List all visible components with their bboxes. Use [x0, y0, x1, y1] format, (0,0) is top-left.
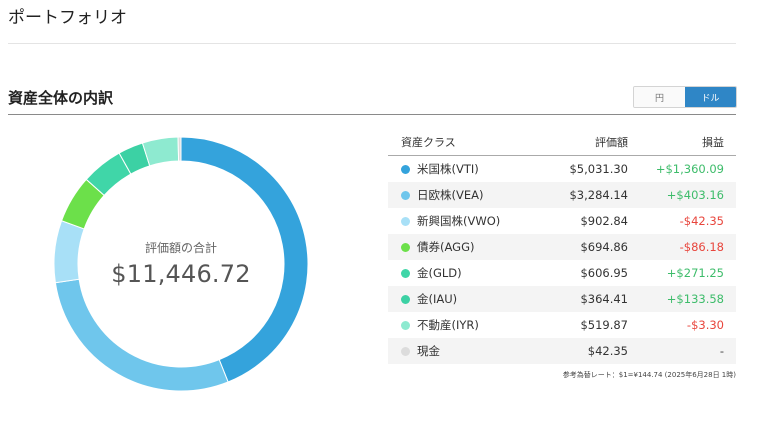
total-value-label: 評価額の合計	[144, 240, 217, 255]
currency-toggle: 円 ドル	[633, 86, 737, 108]
section-divider	[8, 114, 736, 115]
asset-name-cell: 新興国株(VWO)	[388, 213, 538, 229]
legend-dot-icon	[401, 216, 410, 226]
header-asset-class: 資産クラス	[401, 135, 456, 149]
legend-dot-icon	[401, 268, 410, 278]
asset-name-cell: 米国株(VTI)	[388, 161, 538, 177]
table-row: 米国株(VTI) $5,031.30 +$1,360.09	[388, 156, 736, 182]
asset-name: 現金	[417, 344, 440, 358]
table-row: 債券(AGG) $694.86 -$86.18	[388, 234, 736, 260]
asset-value: $694.86	[580, 240, 628, 254]
legend-dot-icon	[401, 320, 410, 330]
asset-pl: +$271.25	[666, 266, 724, 280]
header-pl: 損益	[702, 135, 724, 149]
allocation-donut-chart: 評価額の合計 $11,446.72	[53, 136, 309, 392]
asset-name-cell: 金(GLD)	[388, 265, 538, 281]
asset-pl: +$1,360.09	[655, 162, 724, 176]
asset-name-cell: 日欧株(VEA)	[388, 187, 538, 203]
table-header: 資産クラス 評価額 損益	[388, 128, 736, 156]
table-row: 不動産(IYR) $519.87 -$3.30	[388, 312, 736, 338]
asset-name-cell: 不動産(IYR)	[388, 317, 538, 333]
legend-dot-icon	[401, 346, 410, 356]
table-row: 金(IAU) $364.41 +$133.58	[388, 286, 736, 312]
asset-value: $364.41	[580, 292, 628, 306]
section-title: 資産全体の内訳	[8, 89, 114, 107]
asset-name: 不動産(IYR)	[417, 318, 479, 332]
asset-pl: -$42.35	[679, 214, 724, 228]
table-row: 新興国株(VWO) $902.84 -$42.35	[388, 208, 736, 234]
table-row: 日欧株(VEA) $3,284.14 +$403.16	[388, 182, 736, 208]
legend-dot-icon	[401, 242, 410, 252]
currency-dollar-button[interactable]: ドル	[685, 87, 736, 107]
legend-dot-icon	[401, 190, 410, 200]
asset-name-cell: 債券(AGG)	[388, 239, 538, 255]
asset-value: $606.95	[580, 266, 628, 280]
asset-value: $902.84	[580, 214, 628, 228]
table-row: 現金 $42.35 -	[388, 338, 736, 364]
asset-value: $5,031.30	[569, 162, 628, 176]
asset-value: $3,284.14	[569, 188, 628, 202]
holdings-table: 資産クラス 評価額 損益 米国株(VTI) $5,031.30 +$1,360.09…	[388, 128, 736, 364]
asset-pl: -	[719, 344, 724, 358]
asset-value: $42.35	[587, 344, 628, 358]
table-row: 金(GLD) $606.95 +$271.25	[388, 260, 736, 286]
asset-value: $519.87	[580, 318, 628, 332]
legend-dot-icon	[401, 164, 410, 174]
page-title: ポートフォリオ	[8, 8, 127, 28]
asset-name: 債券(AGG)	[417, 240, 475, 254]
legend-dot-icon	[401, 294, 410, 304]
asset-name: 新興国株(VWO)	[417, 214, 501, 228]
asset-pl: -$3.30	[686, 318, 724, 332]
currency-yen-button[interactable]: 円	[634, 87, 685, 107]
asset-pl: +$403.16	[666, 188, 724, 202]
asset-name-cell: 現金	[388, 343, 538, 359]
header-value: 評価額	[595, 135, 628, 149]
total-value: $11,446.72	[111, 259, 251, 288]
header-divider	[8, 43, 736, 44]
exchange-rate-note: 参考為替レート：$1=¥144.74 (2025年6月28日 1時)	[562, 371, 736, 379]
asset-pl: -$86.18	[679, 240, 724, 254]
asset-pl: +$133.58	[666, 292, 724, 306]
donut-center: 評価額の合計 $11,446.72	[53, 136, 309, 392]
asset-name: 金(IAU)	[417, 292, 458, 306]
asset-name-cell: 金(IAU)	[388, 291, 538, 307]
asset-name: 日欧株(VEA)	[417, 188, 484, 202]
asset-name: 金(GLD)	[417, 266, 462, 280]
asset-name: 米国株(VTI)	[417, 162, 479, 176]
